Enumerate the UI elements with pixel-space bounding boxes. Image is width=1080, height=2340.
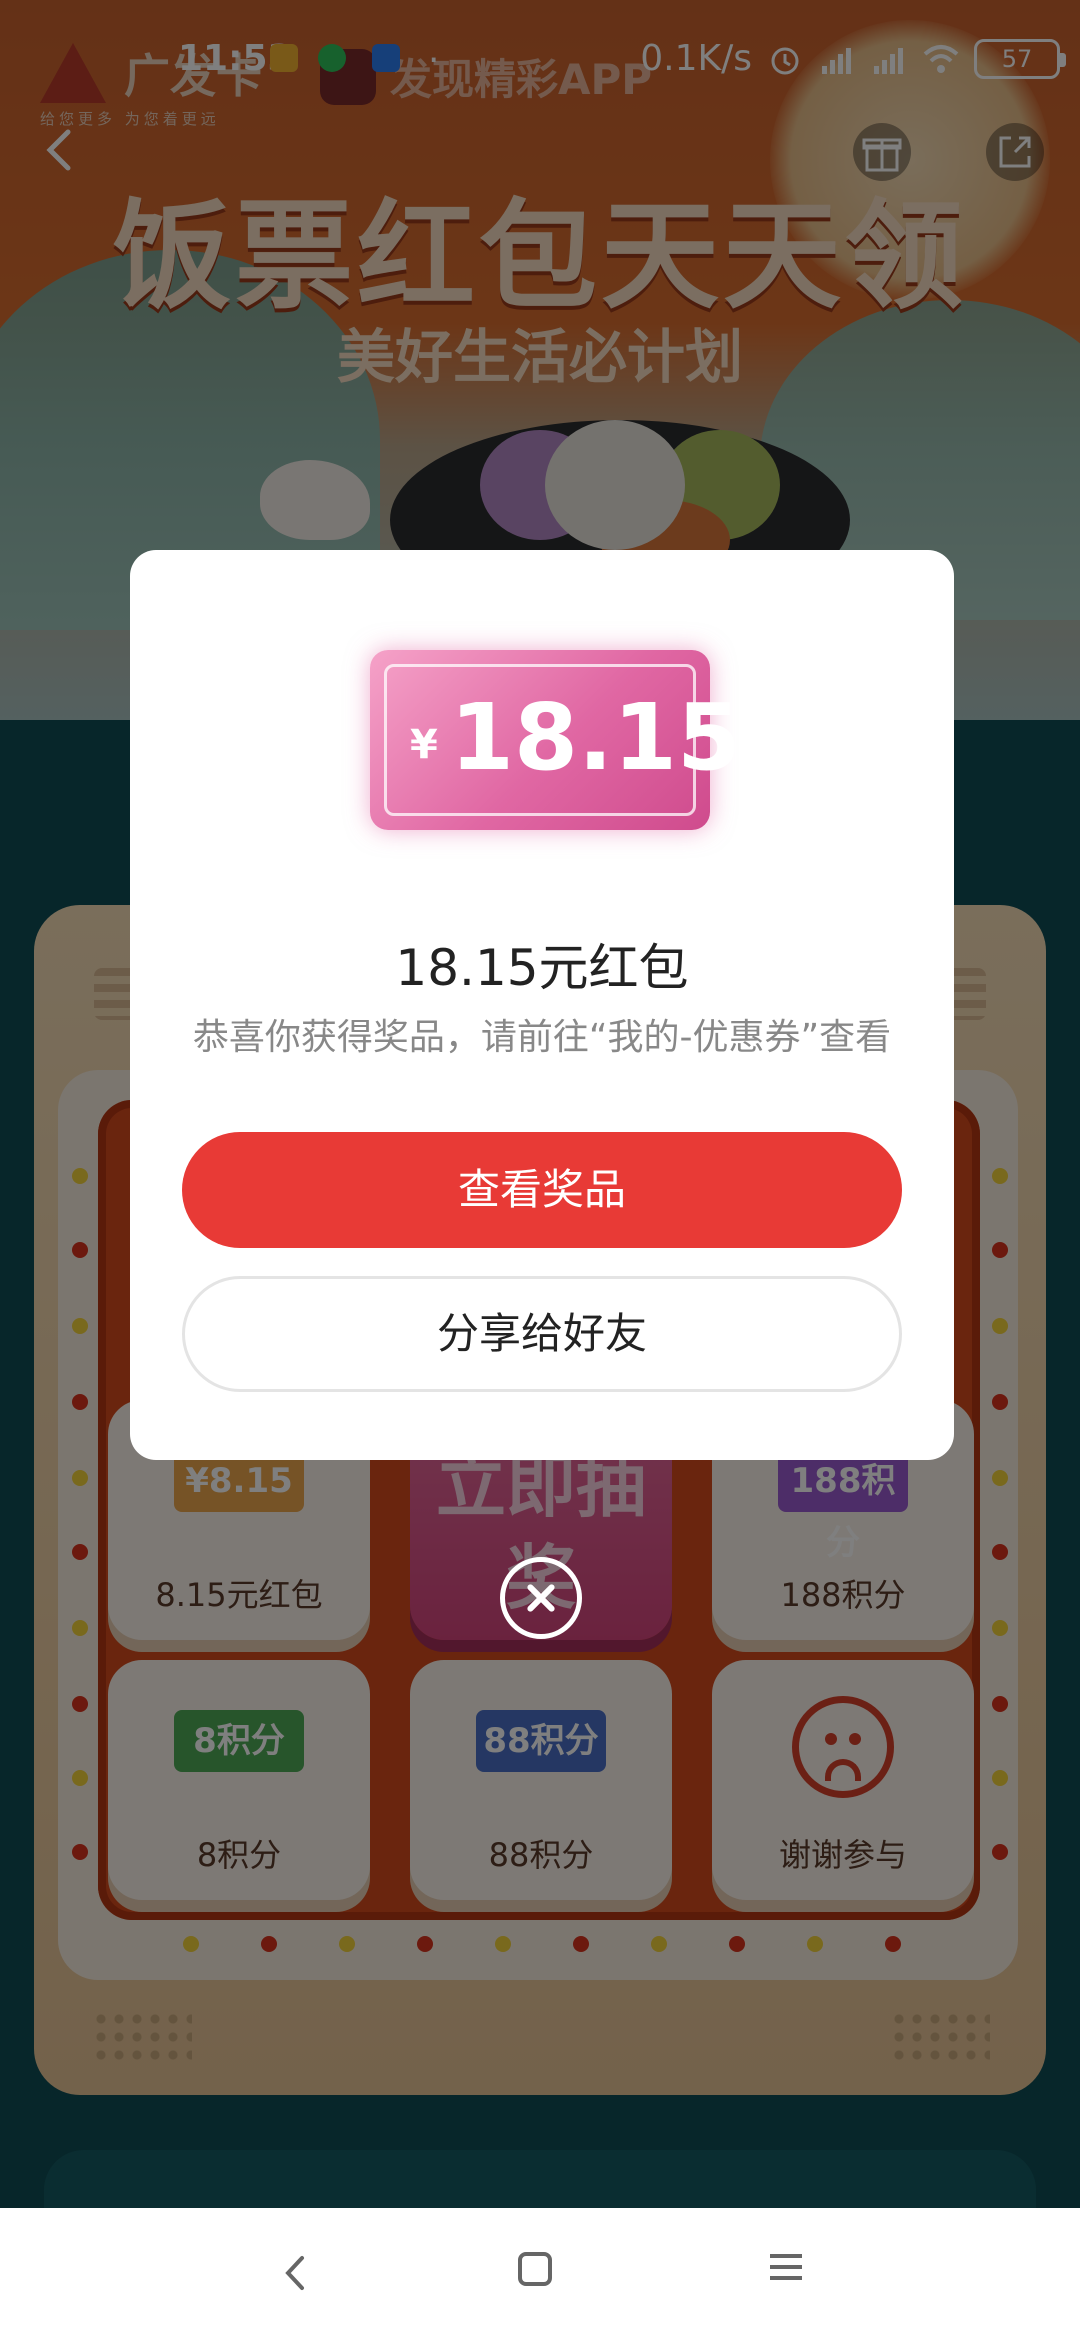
- coupon-card: ¥ 18.15: [370, 650, 741, 830]
- nav-menu-icon[interactable]: [768, 2252, 804, 2282]
- system-nav-bar: [0, 2208, 1080, 2340]
- nav-home-icon[interactable]: [518, 2252, 552, 2286]
- coupon-amount: 18.15: [450, 684, 742, 791]
- close-dialog-button[interactable]: [500, 1557, 582, 1639]
- prize-message: 恭喜你获得奖品，请前往“我的-优惠券”查看: [192, 1017, 892, 1058]
- share-to-friend-button[interactable]: 分享给好友: [182, 1276, 902, 1392]
- coupon-currency: ¥: [410, 722, 438, 768]
- view-prize-button[interactable]: 查看奖品: [182, 1132, 902, 1248]
- prize-dialog: ¥ 18.15 18.15元红包 恭喜你获得奖品，请前往“我的-优惠券”查看 查…: [130, 550, 954, 1460]
- nav-back-icon[interactable]: [270, 2248, 320, 2298]
- prize-title: 18.15元红包: [395, 939, 689, 997]
